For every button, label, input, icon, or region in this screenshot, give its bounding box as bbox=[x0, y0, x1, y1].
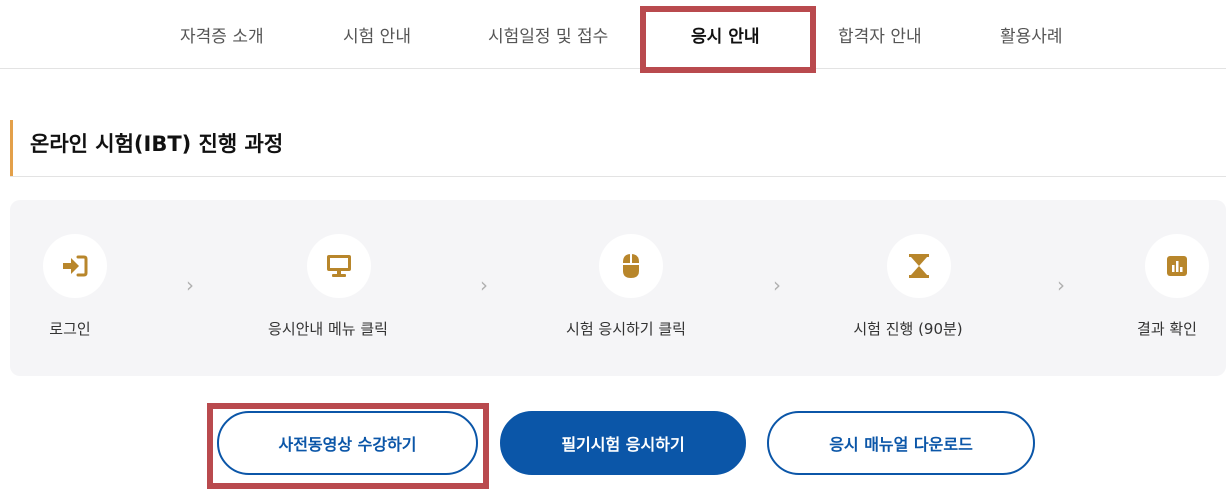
nav-tab-exam-guide[interactable]: 응시 안내 bbox=[691, 22, 759, 47]
take-exam-button-label: 필기시험 응시하기 bbox=[561, 435, 685, 454]
step-click-circle bbox=[599, 234, 663, 298]
mouse-icon bbox=[621, 252, 641, 280]
top-navigation: 자격증 소개 시험 안내 시험일정 및 접수 응시 안내 합격자 안내 활용사례 bbox=[0, 0, 1226, 69]
nav-tab-passer-info[interactable]: 합격자 안내 bbox=[838, 22, 922, 47]
chevron-right-icon: › bbox=[1057, 273, 1065, 297]
section-title: 온라인 시험(IBT) 진행 과정 bbox=[30, 132, 284, 156]
chevron-right-icon: › bbox=[773, 273, 781, 297]
step-menu-label: 응시안내 메뉴 클릭 bbox=[268, 320, 388, 338]
watch-video-button[interactable]: 사전동영상 수강하기 bbox=[217, 411, 478, 475]
chart-icon bbox=[1165, 254, 1189, 278]
chevron-right-icon: › bbox=[480, 273, 488, 297]
chevron-right-icon: › bbox=[186, 273, 194, 297]
nav-tab-exam-info[interactable]: 시험 안내 bbox=[343, 22, 411, 47]
step-login-label: 로그인 bbox=[49, 320, 91, 338]
download-manual-button-label: 응시 매뉴얼 다운로드 bbox=[829, 435, 973, 454]
nav-tab-schedule-registration[interactable]: 시험일정 및 접수 bbox=[488, 22, 608, 47]
login-icon bbox=[61, 254, 89, 278]
step-menu-circle bbox=[307, 234, 371, 298]
watch-video-button-label: 사전동영상 수강하기 bbox=[278, 435, 417, 454]
step-click-label: 시험 응시하기 클릭 bbox=[566, 320, 686, 338]
nav-tab-use-cases[interactable]: 활용사례 bbox=[1000, 22, 1063, 47]
monitor-icon bbox=[325, 253, 353, 279]
nav-tab-certificate-intro[interactable]: 자격증 소개 bbox=[180, 22, 264, 47]
step-result-label: 결과 확인 bbox=[1137, 320, 1197, 338]
process-steps-panel: 로그인 › 응시안내 메뉴 클릭 › 시험 응시하기 클릭 › 시험 진행 (9… bbox=[10, 200, 1226, 376]
step-login-circle bbox=[43, 234, 107, 298]
step-exam-circle bbox=[887, 234, 951, 298]
hourglass-icon bbox=[908, 253, 930, 279]
take-exam-button[interactable]: 필기시험 응시하기 bbox=[500, 411, 746, 475]
step-exam-label: 시험 진행 (90분) bbox=[853, 320, 963, 338]
download-manual-button[interactable]: 응시 매뉴얼 다운로드 bbox=[767, 411, 1035, 475]
section-title-bar bbox=[10, 120, 13, 176]
step-result-circle bbox=[1145, 234, 1209, 298]
section-header: 온라인 시험(IBT) 진행 과정 bbox=[10, 118, 1226, 177]
